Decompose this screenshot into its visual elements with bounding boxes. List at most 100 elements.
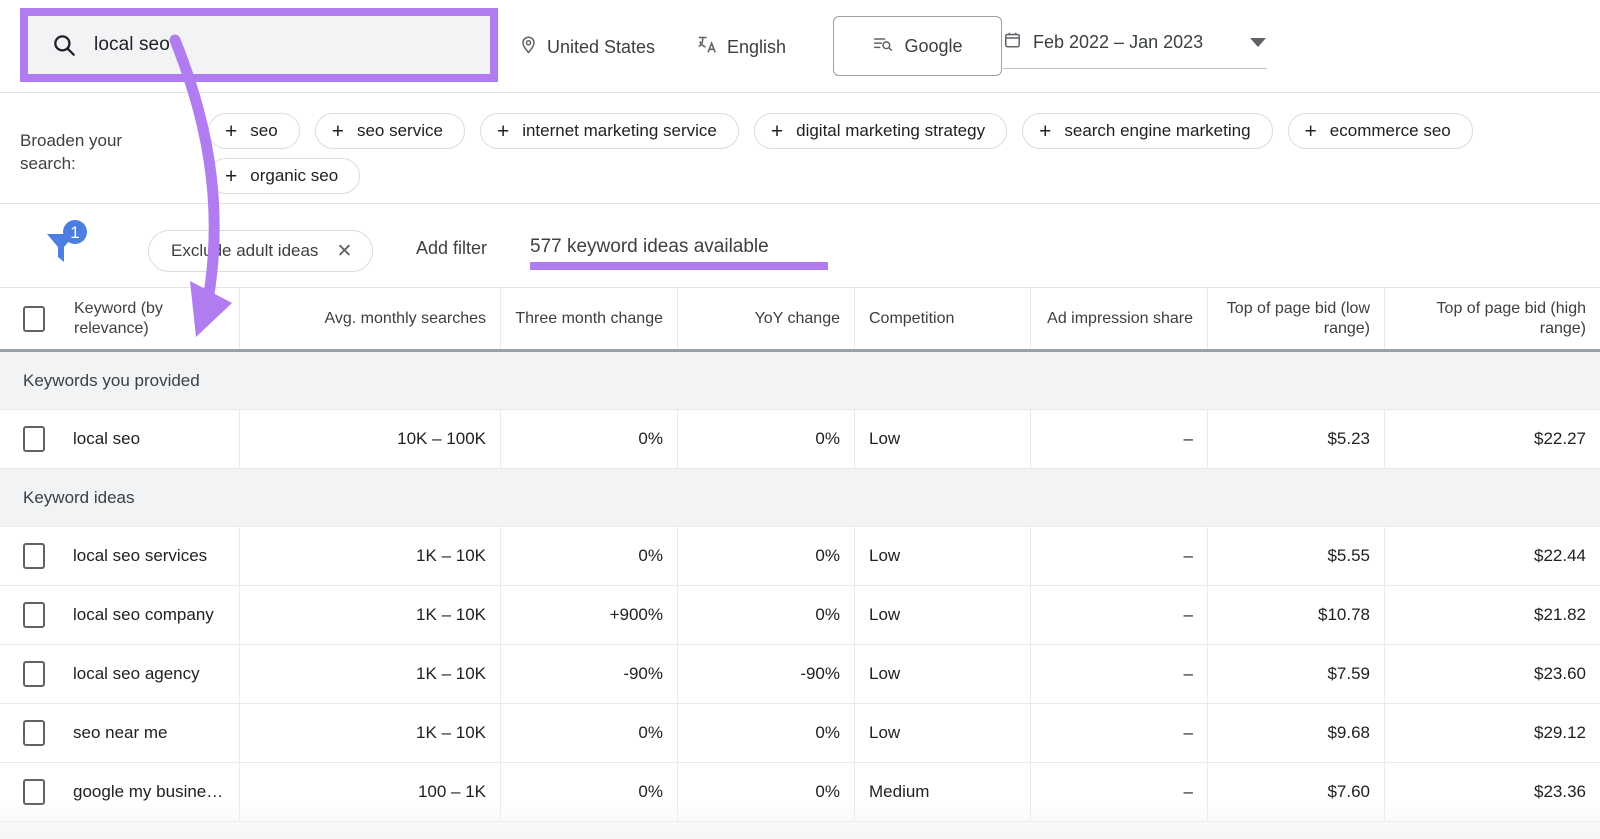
- add-filter-button[interactable]: Add filter: [416, 238, 487, 259]
- cell-value: 1K – 10K: [416, 664, 486, 684]
- cell-value: 0%: [638, 546, 663, 566]
- cell-value: Low: [869, 429, 900, 449]
- cell-value: $7.59: [1327, 664, 1370, 684]
- broaden-chip-label: organic seo: [250, 166, 338, 186]
- filter-count-badge: 1: [70, 223, 79, 242]
- column-header-label: Keyword (by relevance): [74, 299, 225, 339]
- select-all-checkbox[interactable]: [23, 306, 45, 332]
- table-cell-three-month-change: 0%: [500, 704, 677, 762]
- chevron-down-icon[interactable]: [1249, 32, 1267, 53]
- table-cell-three-month-change: +900%: [500, 586, 677, 644]
- broaden-chip[interactable]: +ecommerce seo: [1288, 113, 1473, 149]
- keyword-search-highlight: local seo: [20, 8, 498, 82]
- keyword-label[interactable]: local seo company: [73, 605, 214, 625]
- broaden-chip-list: +seo+seo service+internet marketing serv…: [208, 113, 1590, 194]
- table-cell-ad-impression-share: –: [1030, 704, 1207, 762]
- table-row[interactable]: seo near me1K – 10K0%0%Low–$9.68$29.12: [0, 704, 1600, 763]
- table-row[interactable]: local seo10K – 100K0%0%Low–$5.23$22.27: [0, 410, 1600, 469]
- cell-value: –: [1184, 429, 1193, 449]
- broaden-chip[interactable]: +seo: [208, 113, 300, 149]
- broaden-chip[interactable]: +internet marketing service: [480, 113, 739, 149]
- row-checkbox[interactable]: [23, 543, 45, 569]
- cell-value: 10K – 100K: [397, 429, 486, 449]
- column-header[interactable]: Ad impression share: [1030, 288, 1207, 349]
- column-header-label: Ad impression share: [1047, 309, 1193, 329]
- broaden-chip[interactable]: +digital marketing strategy: [754, 113, 1007, 149]
- table-cell-competition: Medium: [854, 763, 1030, 821]
- row-checkbox[interactable]: [23, 426, 45, 452]
- table-cell-avg-monthly-searches: 1K – 10K: [239, 645, 500, 703]
- cell-value: –: [1184, 546, 1193, 566]
- keyword-ideas-table: Keyword (by relevance) Avg. monthly searc…: [0, 288, 1600, 822]
- table-row[interactable]: local seo services1K – 10K0%0%Low–$5.55$…: [0, 527, 1600, 586]
- active-filter-chip[interactable]: Exclude adult ideas ✕: [148, 230, 373, 272]
- table-cell-competition: Low: [854, 704, 1030, 762]
- table-cell-bid-high: $23.60: [1384, 645, 1600, 703]
- location-selector[interactable]: United States: [519, 34, 655, 60]
- keyword-label[interactable]: local seo agency: [73, 664, 200, 684]
- table-cell-competition: Low: [854, 586, 1030, 644]
- broaden-chip-label: ecommerce seo: [1330, 121, 1451, 141]
- cell-value: $23.36: [1534, 782, 1586, 802]
- cell-value: 0%: [815, 546, 840, 566]
- keyword-label[interactable]: local seo: [73, 429, 140, 449]
- keyword-label[interactable]: local seo services: [73, 546, 207, 566]
- cell-value: 1K – 10K: [416, 546, 486, 566]
- row-checkbox[interactable]: [23, 720, 45, 746]
- cell-value: +900%: [610, 605, 663, 625]
- plus-icon: +: [332, 121, 344, 142]
- date-range-selector[interactable]: Feb 2022 – Jan 2023: [1003, 30, 1267, 69]
- date-range-label: Feb 2022 – Jan 2023: [1033, 32, 1203, 53]
- table-cell-yoy-change: 0%: [677, 586, 854, 644]
- top-header: local seo United States English: [0, 0, 1600, 93]
- table-cell-yoy-change: 0%: [677, 763, 854, 821]
- broaden-chip[interactable]: +search engine marketing: [1022, 113, 1272, 149]
- column-header-label: Avg. monthly searches: [324, 309, 486, 329]
- keyword-label[interactable]: seo near me: [73, 723, 168, 743]
- language-selector[interactable]: English: [697, 34, 786, 60]
- row-checkbox[interactable]: [23, 779, 45, 805]
- broaden-chip-label: digital marketing strategy: [796, 121, 985, 141]
- column-header[interactable]: Avg. monthly searches: [239, 288, 500, 349]
- search-engine-selector[interactable]: Google: [833, 16, 1002, 76]
- table-cell-bid-high: $22.27: [1384, 410, 1600, 468]
- table-cell-avg-monthly-searches: 1K – 10K: [239, 704, 500, 762]
- table-row[interactable]: local seo agency1K – 10K-90%-90%Low–$7.5…: [0, 645, 1600, 704]
- cell-value: $22.27: [1534, 429, 1586, 449]
- search-input-value: local seo: [94, 34, 170, 56]
- broaden-chip[interactable]: + organic seo: [208, 158, 360, 194]
- search-engine-icon: [872, 34, 894, 59]
- row-checkbox[interactable]: [23, 602, 45, 628]
- keyword-label[interactable]: google my busine…: [73, 782, 223, 802]
- broaden-chip-label: internet marketing service: [522, 121, 717, 141]
- column-header[interactable]: Competition: [854, 288, 1030, 349]
- row-checkbox[interactable]: [23, 661, 45, 687]
- cell-value: 0%: [638, 782, 663, 802]
- column-header[interactable]: YoY change: [677, 288, 854, 349]
- app-root: local seo United States English: [0, 0, 1600, 839]
- table-cell-competition: Low: [854, 410, 1030, 468]
- column-header[interactable]: Keyword (by relevance): [0, 288, 239, 349]
- cell-value: 100 – 1K: [418, 782, 486, 802]
- broaden-chip[interactable]: +seo service: [315, 113, 465, 149]
- column-header[interactable]: Top of page bid (low range): [1207, 288, 1384, 349]
- column-header[interactable]: Three month change: [500, 288, 677, 349]
- plus-icon: +: [225, 166, 237, 187]
- table-group-header: Keyword ideas: [0, 469, 1600, 527]
- table-cell-bid-low: $9.68: [1207, 704, 1384, 762]
- cell-value: –: [1184, 782, 1193, 802]
- table-cell-competition: Low: [854, 645, 1030, 703]
- filter-funnel-icon[interactable]: 1: [35, 218, 91, 270]
- column-header-label: Top of page bid (high range): [1399, 299, 1586, 339]
- table-row[interactable]: local seo company1K – 10K+900%0%Low–$10.…: [0, 586, 1600, 645]
- table-cell-ad-impression-share: –: [1030, 763, 1207, 821]
- broaden-chip-label: search engine marketing: [1064, 121, 1250, 141]
- column-header-label: Three month change: [515, 309, 663, 329]
- table-body: Keywords you providedlocal seo10K – 100K…: [0, 352, 1600, 822]
- close-icon[interactable]: ✕: [336, 242, 352, 261]
- table-cell-avg-monthly-searches: 10K – 100K: [239, 410, 500, 468]
- search-input[interactable]: local seo: [28, 16, 490, 74]
- table-row[interactable]: google my busine…100 – 1K0%0%Medium–$7.6…: [0, 763, 1600, 822]
- column-header[interactable]: Top of page bid (high range): [1384, 288, 1600, 349]
- cell-value: $5.23: [1327, 429, 1370, 449]
